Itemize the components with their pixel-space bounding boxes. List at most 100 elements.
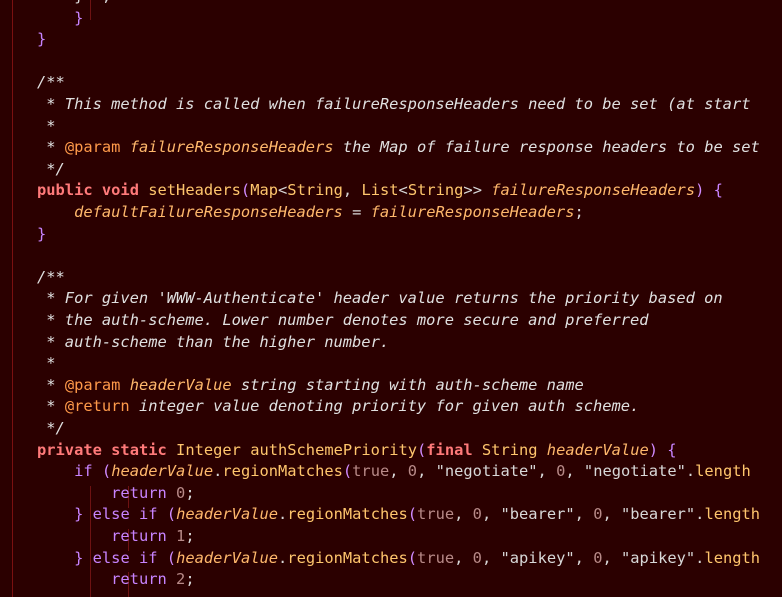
code-line[interactable]: }	[37, 224, 46, 246]
code-editor[interactable]: } ; }} /** * This method is called when f…	[0, 0, 782, 597]
code-token: headerValue	[176, 505, 279, 524]
code-line[interactable]: */	[37, 418, 65, 440]
code-token: List	[361, 181, 399, 200]
code-token: "bearer"	[621, 505, 696, 524]
code-token: <	[398, 181, 408, 200]
code-token: }	[37, 224, 47, 243]
code-line[interactable]: * @return integer value denoting priorit…	[37, 396, 639, 418]
code-token: )	[648, 440, 659, 459]
code-token: =	[342, 203, 371, 221]
code-token: */	[37, 419, 65, 437]
code-line[interactable]: return 0;	[37, 483, 195, 505]
code-token: static	[111, 440, 167, 459]
code-token: String	[407, 181, 464, 200]
code-token: length	[704, 505, 761, 524]
code-token: integer value denoting priority for give…	[129, 397, 640, 416]
code-token: ,	[602, 548, 622, 567]
code-token: ;	[185, 527, 195, 545]
code-line[interactable]: * This method is called when failureResp…	[37, 94, 750, 116]
code-line[interactable]: } ;	[37, 0, 111, 8]
code-line[interactable]: *	[37, 116, 56, 138]
code-token: * For given 'WWW-Authenticate' header va…	[37, 289, 723, 308]
code-line[interactable]: */	[37, 159, 65, 181]
code-token: * This method is called when failureResp…	[37, 95, 751, 113]
code-token: /**	[37, 267, 65, 286]
code-token: true	[417, 548, 455, 567]
code-token: (	[166, 548, 177, 567]
code-token: String	[481, 440, 538, 459]
code-token: (	[407, 505, 418, 524]
code-line[interactable]: private static Integer authSchemePriorit…	[37, 440, 677, 462]
code-token: else if	[92, 548, 158, 567]
code-token: .	[213, 462, 223, 481]
code-token: "bearer"	[500, 505, 575, 524]
code-token: ,	[454, 548, 473, 567]
code-token: the Map of failure response headers to b…	[333, 138, 760, 157]
code-line[interactable]: }	[37, 29, 46, 51]
code-token: regionMatches	[222, 462, 343, 481]
code-line[interactable]: if (headerValue.regionMatches(true, 0, "…	[37, 461, 751, 483]
code-token: return	[111, 527, 167, 545]
code-token: *	[37, 116, 56, 135]
code-token: ;	[185, 483, 195, 502]
code-token: else if	[92, 505, 158, 524]
code-line[interactable]: /**	[37, 267, 65, 289]
code-token: 0	[407, 462, 418, 481]
code-line[interactable]: * the auth-scheme. Lower number denotes …	[37, 310, 648, 332]
code-token: (	[342, 462, 353, 481]
code-token: failureResponseHeaders	[370, 203, 575, 221]
code-token: Map	[250, 181, 279, 200]
code-token: string starting with auth-scheme name	[231, 375, 584, 394]
code-line[interactable]: }	[37, 8, 83, 30]
code-line[interactable]: } else if (headerValue.regionMatches(tru…	[37, 548, 760, 570]
code-line[interactable]: /**	[37, 72, 65, 94]
code-line[interactable]: * For given 'WWW-Authenticate' header va…	[37, 288, 723, 310]
code-token: {	[667, 440, 677, 459]
code-token: 0	[176, 483, 186, 502]
code-token: 0	[472, 548, 482, 567]
code-token: }	[74, 505, 84, 524]
code-token: ,	[602, 505, 622, 524]
code-token: {	[713, 181, 723, 200]
code-token: "negotiate"	[435, 462, 538, 481]
code-line[interactable]: return 1;	[37, 526, 195, 548]
code-token: "apikey"	[621, 548, 696, 567]
code-token: ,	[417, 462, 436, 481]
code-line[interactable]: return 2;	[37, 569, 194, 591]
code-line[interactable]: * @param failureResponseHeaders the Map …	[37, 137, 760, 159]
code-line[interactable]: public void setHeaders(Map<String, List<…	[37, 180, 723, 202]
code-token: failureResponseHeaders	[491, 181, 696, 200]
code-line[interactable]: * @param headerValue string starting wit…	[37, 375, 584, 397]
code-token: final	[426, 440, 473, 459]
code-line[interactable]: defaultFailureResponseHeaders = failureR…	[37, 202, 584, 224]
code-line[interactable]: * auth-scheme than the higher number.	[37, 332, 389, 354]
code-token: 2	[176, 570, 186, 589]
code-token: */	[37, 159, 65, 178]
code-line[interactable]: *	[37, 353, 55, 375]
code-token: ,	[481, 548, 501, 567]
code-line[interactable]: } else if (headerValue.regionMatches(tru…	[37, 504, 760, 526]
code-token: failureResponseHeaders	[129, 138, 334, 157]
code-token: void	[101, 181, 139, 200]
code-token: 0	[556, 462, 566, 481]
code-token: } ;	[37, 0, 111, 5]
code-token: }	[74, 548, 84, 567]
code-token: regionMatches	[287, 548, 408, 567]
code-token: .	[685, 462, 696, 481]
code-token: }	[37, 8, 84, 27]
